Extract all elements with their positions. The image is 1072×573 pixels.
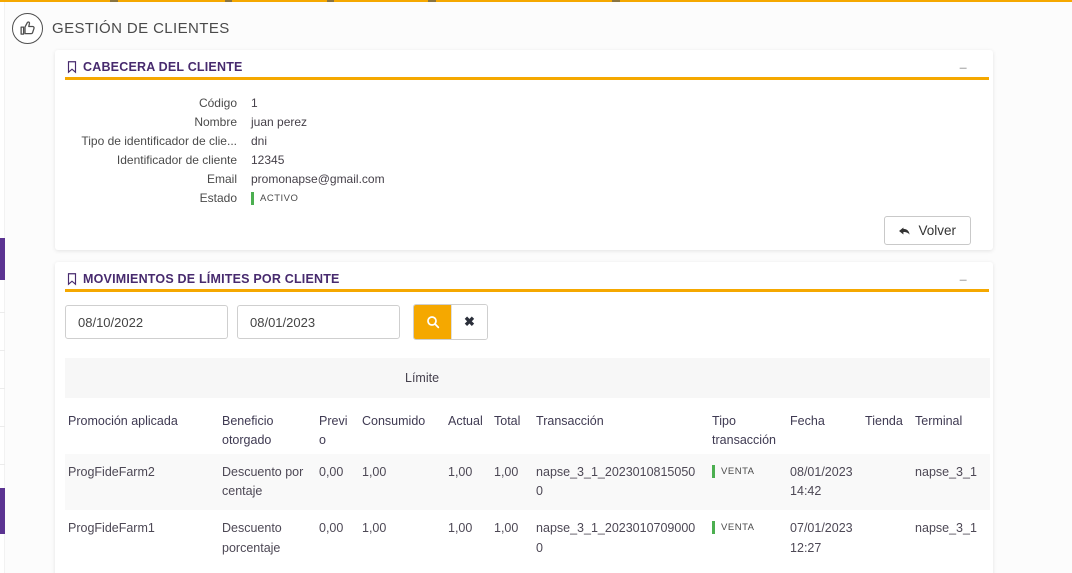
top-accent-line: [0, 0, 1072, 2]
cell-tipo-transaccion: VENTA: [709, 453, 788, 511]
sidebar-divider: [0, 312, 5, 313]
field-label: Identificador de cliente: [116, 153, 237, 167]
col-total: Total: [494, 414, 521, 428]
movements-section-title: MOVIMIENTOS DE LÍMITES POR CLIENTE: [65, 272, 340, 286]
field-value: 1: [251, 96, 258, 110]
col-actual: Actual: [448, 414, 483, 428]
back-arrow-icon: [899, 227, 911, 235]
cell-actual: 1,00: [445, 453, 491, 511]
clear-filter-button[interactable]: ✖: [451, 305, 487, 339]
sidebar-divider: [0, 350, 5, 351]
field-label: Tipo de identificador de clie...: [81, 134, 237, 148]
col-tienda: Tienda: [865, 414, 903, 428]
sidebar-active-item-indicator[interactable]: [0, 238, 5, 280]
col-terminal: Terminal: [915, 414, 963, 428]
limite-group-header: Límite: [316, 358, 534, 398]
cell-previo: 0,00: [319, 521, 344, 536]
cell-beneficio: Descuento por centaje: [219, 453, 316, 511]
col-tipo-transaccion: Tipo transacción: [712, 414, 776, 447]
client-fields: Código 1 Nombre juan perez Tipo de ident…: [65, 96, 989, 205]
transaction-type-indicator-bar: [712, 521, 716, 535]
field-value: dni: [251, 134, 268, 148]
client-header-card: CABECERA DEL CLIENTE – Código 1 Nombre j…: [55, 50, 993, 250]
date-filter-row: ✖: [65, 304, 989, 340]
field-identificador: Identificador de cliente 12345: [65, 153, 989, 167]
thumbs-up-icon: [12, 13, 43, 44]
col-promocion: Promoción aplicada: [68, 414, 178, 428]
table-row[interactable]: ProgFideFarm2 Descuento por centaje 0,00…: [65, 453, 991, 511]
field-label: Email: [206, 172, 237, 186]
date-from-input[interactable]: [65, 305, 228, 339]
cell-promocion: ProgFideFarm2: [65, 453, 219, 511]
bookmark-icon: [67, 60, 77, 74]
col-fecha: Fecha: [790, 414, 825, 428]
field-label: Estado: [199, 191, 237, 205]
field-codigo: Código 1: [65, 96, 989, 110]
collapsed-sidebar[interactable]: [0, 2, 5, 573]
cell-transaccion: napse_3_1_20230107090000: [536, 521, 696, 555]
cell-actual: 1,00: [448, 521, 473, 536]
sidebar-divider: [0, 426, 5, 427]
date-to-input[interactable]: [237, 305, 400, 339]
table-header-row: Promoción aplicada Beneficio otorgado Pr…: [65, 398, 990, 454]
col-transaccion: Transacción: [536, 414, 604, 428]
col-previo: Previo: [319, 414, 348, 447]
cell-tipo-transaccion: VENTA: [709, 510, 787, 567]
table-row[interactable]: ProgFideFarm1 Descuento porcentaje 0,00 …: [65, 510, 990, 567]
filter-buttons: ✖: [413, 304, 488, 340]
field-nombre: Nombre juan perez: [65, 115, 989, 129]
cell-terminal: napse_3_1: [915, 521, 977, 536]
sidebar-divider: [0, 388, 5, 389]
col-consumido: Consumido: [362, 414, 426, 428]
transaction-type-indicator-bar: [712, 464, 716, 478]
collapse-section-button[interactable]: –: [959, 60, 967, 74]
close-icon: ✖: [464, 314, 475, 329]
status-text: ACTIVO: [260, 192, 299, 204]
search-button[interactable]: [414, 305, 451, 339]
field-tipo-identificador: Tipo de identificador de clie... dni: [65, 134, 989, 148]
page-title: GESTIÓN DE CLIENTES: [52, 20, 230, 37]
page-header: GESTIÓN DE CLIENTES: [12, 13, 230, 44]
status-badge: ACTIVO: [251, 191, 299, 205]
cell-terminal: napse_3_1: [912, 453, 991, 511]
cell-beneficio: Descuento porcentaje: [222, 521, 282, 555]
field-value: juan perez: [251, 115, 308, 129]
bookmark-icon: [67, 272, 77, 286]
cell-total: 1,00: [491, 453, 534, 511]
transaction-type-badge: VENTA: [712, 463, 754, 480]
cell-previo: 0,00: [316, 453, 359, 511]
field-value: 12345: [251, 153, 285, 167]
cell-consumido: 1,00: [359, 453, 445, 511]
field-label: Nombre: [194, 115, 237, 129]
cell-fecha: 07/01/2023 12:27: [790, 521, 853, 555]
col-beneficio: Beneficio otorgado: [222, 414, 274, 447]
field-label: Código: [198, 96, 237, 110]
movements-section-header: MOVIMIENTOS DE LÍMITES POR CLIENTE –: [65, 262, 989, 292]
cell-transaccion: napse_3_1_20230108150500: [533, 453, 710, 511]
client-header-section-title: CABECERA DEL CLIENTE: [65, 60, 243, 74]
field-email: Email promonapse@gmail.com: [65, 172, 989, 186]
cell-promocion: ProgFideFarm1: [68, 521, 155, 536]
transaction-type-badge: VENTA: [712, 519, 754, 536]
cell-fecha: 08/01/2023 14:42: [787, 453, 863, 511]
table-group-header-row: Límite: [65, 358, 991, 398]
search-icon: [426, 316, 439, 329]
limits-movements-table: Límite Promoción aplicada Beneficio otor…: [65, 358, 991, 567]
cell-consumido: 1,00: [362, 521, 387, 536]
sidebar-active-item-indicator[interactable]: [0, 488, 5, 534]
volver-button[interactable]: Volver: [884, 216, 971, 245]
cell-tienda: [862, 453, 913, 511]
client-header-section-header: CABECERA DEL CLIENTE –: [65, 50, 989, 80]
collapse-section-button[interactable]: –: [959, 272, 967, 286]
cell-tienda: [862, 510, 912, 567]
status-indicator-bar: [251, 191, 254, 205]
cell-total: 1,00: [494, 521, 519, 536]
sidebar-divider: [0, 464, 5, 465]
field-estado: Estado ACTIVO: [65, 191, 989, 205]
movements-card: MOVIMIENTOS DE LÍMITES POR CLIENTE – ✖: [55, 262, 993, 573]
field-value: promonapse@gmail.com: [251, 172, 385, 186]
